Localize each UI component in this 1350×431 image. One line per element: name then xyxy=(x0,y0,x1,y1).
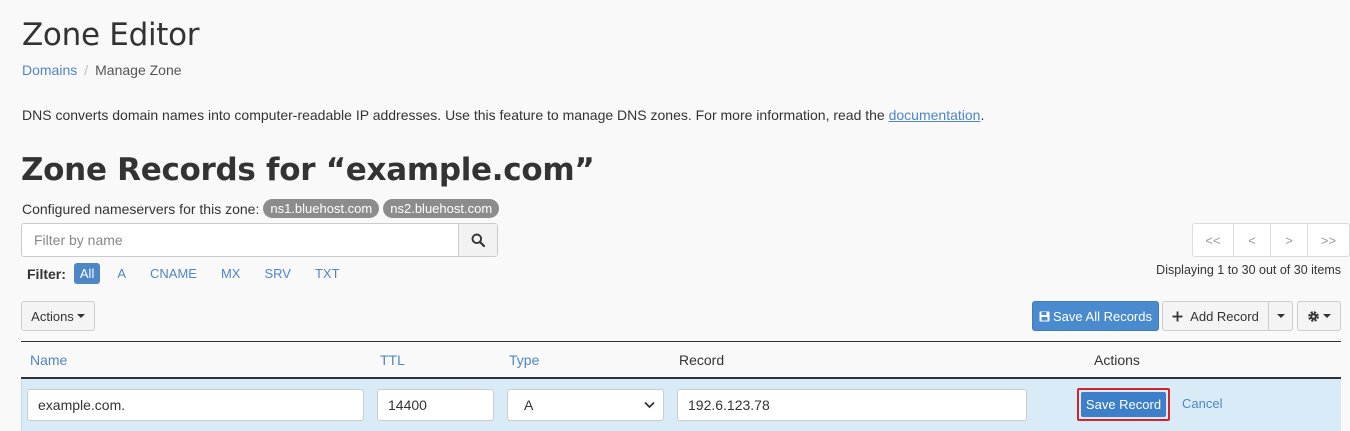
column-header-actions: Actions xyxy=(1094,352,1140,368)
column-header-ttl[interactable]: TTL xyxy=(380,352,405,368)
last-page-button[interactable]: >> xyxy=(1308,224,1349,256)
table-row-editing: example.com. 14400 A 192.6.123.78 Save R… xyxy=(21,379,1341,431)
caret-down-icon xyxy=(1323,314,1331,318)
breadcrumb: Domains / Manage Zone xyxy=(22,62,182,78)
nameservers-label: Configured nameservers for this zone: xyxy=(22,200,260,217)
next-page-button[interactable]: > xyxy=(1271,224,1308,256)
save-all-records-button[interactable]: Save All Records xyxy=(1032,301,1159,331)
record-type-value: A xyxy=(524,397,534,413)
search-input[interactable] xyxy=(22,224,458,256)
filter-mx[interactable]: MX xyxy=(214,264,248,283)
column-header-record: Record xyxy=(679,352,725,368)
gear-icon xyxy=(1308,310,1319,322)
breadcrumb-separator: / xyxy=(84,62,89,78)
page-description: DNS converts domain names into computer-… xyxy=(22,107,984,123)
zone-records-title: Zone Records for “example.com” xyxy=(21,152,595,188)
save-record-button[interactable]: Save Record xyxy=(1081,392,1166,417)
add-record-dropdown-toggle[interactable] xyxy=(1268,301,1293,331)
documentation-link[interactable]: documentation xyxy=(889,107,981,123)
column-header-name[interactable]: Name xyxy=(30,352,67,368)
prev-page-button[interactable]: < xyxy=(1234,224,1271,256)
filter-txt[interactable]: TXT xyxy=(308,264,347,283)
floppy-disk-icon xyxy=(1039,311,1050,321)
caret-down-icon xyxy=(1276,314,1285,318)
breadcrumb-current: Manage Zone xyxy=(95,62,182,78)
add-record-button[interactable]: Add Record xyxy=(1162,301,1269,331)
caret-down-icon xyxy=(76,314,85,318)
breadcrumb-domains-link[interactable]: Domains xyxy=(22,62,77,78)
cancel-link[interactable]: Cancel xyxy=(1182,396,1222,411)
nameservers-line: Configured nameservers for this zone: ns… xyxy=(22,199,500,218)
record-ttl-input[interactable]: 14400 xyxy=(377,389,494,421)
filter-a[interactable]: A xyxy=(110,264,133,283)
page-info: Displaying 1 to 30 out of 30 items xyxy=(1156,263,1341,277)
actions-dropdown-button[interactable]: Actions xyxy=(21,301,95,331)
search-box xyxy=(21,223,498,257)
chevron-down-icon xyxy=(644,401,655,409)
actions-label: Actions xyxy=(31,308,74,324)
record-type-filter: Filter: All A CNAME MX SRV TXT xyxy=(27,263,357,284)
page-title: Zone Editor xyxy=(22,17,200,53)
search-icon xyxy=(471,233,485,247)
record-type-select[interactable]: A xyxy=(507,389,664,421)
filter-cname[interactable]: CNAME xyxy=(143,264,204,283)
filter-all[interactable]: All xyxy=(73,263,101,284)
save-all-label: Save All Records xyxy=(1053,308,1152,324)
save-record-highlight: Save Record xyxy=(1077,388,1170,421)
description-text: DNS converts domain names into computer-… xyxy=(22,107,889,123)
filter-label: Filter: xyxy=(27,265,66,282)
filter-srv[interactable]: SRV xyxy=(257,264,298,283)
pagination: << < > >> xyxy=(1192,223,1350,257)
settings-dropdown-button[interactable] xyxy=(1297,301,1341,331)
nameserver-badge: ns2.bluehost.com xyxy=(383,199,500,218)
plus-icon xyxy=(1172,311,1183,321)
record-name-input[interactable]: example.com. xyxy=(27,389,364,421)
column-header-type[interactable]: Type xyxy=(509,352,539,368)
search-button[interactable] xyxy=(458,224,497,256)
record-value-input[interactable]: 192.6.123.78 xyxy=(677,389,1027,421)
first-page-button[interactable]: << xyxy=(1193,224,1234,256)
zone-records-table-header: Name TTL Type Record Actions xyxy=(21,341,1341,379)
description-suffix: . xyxy=(980,107,985,123)
add-record-label: Add Record xyxy=(1190,308,1259,324)
nameserver-badge: ns1.bluehost.com xyxy=(263,199,380,218)
